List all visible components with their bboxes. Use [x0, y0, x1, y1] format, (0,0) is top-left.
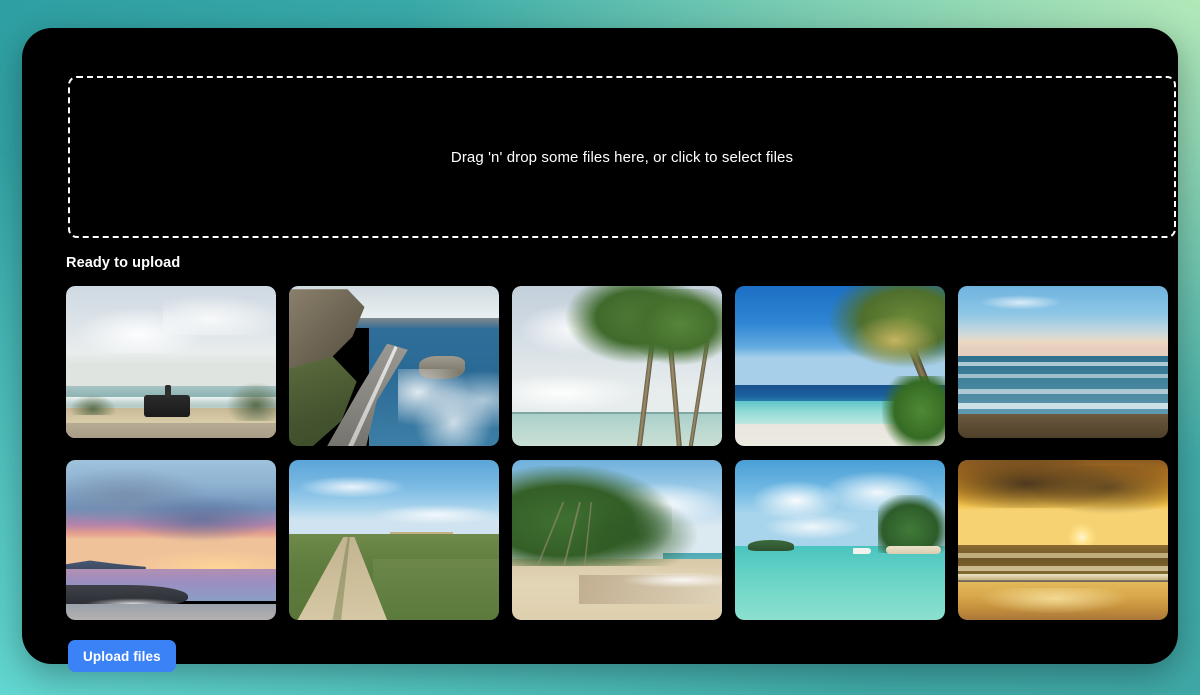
thumbnail-image-palms-over-lagoon	[512, 286, 722, 446]
thumbnail-item-pink-sunset-rocks[interactable]	[66, 460, 276, 620]
thumbnail-image-dirt-track-grassland	[289, 460, 499, 620]
thumbnail-item-sea-cliff-bridge[interactable]	[289, 286, 499, 446]
thumbnail-image-dusk-surf-dark-sand	[958, 286, 1168, 438]
thumbnail-item-dirt-track-grassland[interactable]	[289, 460, 499, 620]
uploader-card: Drag 'n' drop some files here, or click …	[22, 28, 1178, 672]
thumbnail-image-jeep-coastal-road	[66, 286, 276, 438]
thumbnail-image-tropical-beach-palm	[735, 286, 945, 446]
thumbnail-item-palms-over-lagoon[interactable]	[512, 286, 722, 446]
thumbnail-item-golden-sunset-ocean[interactable]	[958, 460, 1168, 620]
ready-to-upload-title: Ready to upload	[66, 255, 181, 271]
thumbnail-image-pink-sunset-rocks	[66, 460, 276, 620]
thumbnail-item-tropical-beach-palm[interactable]	[735, 286, 945, 446]
thumbnail-item-dusk-surf-dark-sand[interactable]	[958, 286, 1168, 446]
thumbnail-item-jeep-coastal-road[interactable]	[66, 286, 276, 446]
thumbnail-item-lagoon-boat-island[interactable]	[735, 460, 945, 620]
dropzone-label: Drag 'n' drop some files here, or click …	[450, 148, 794, 166]
thumbnail-image-lagoon-boat-island	[735, 460, 945, 620]
thumbnail-image-jungle-palms-beach	[512, 460, 722, 620]
file-dropzone[interactable]: Drag 'n' drop some files here, or click …	[68, 76, 1176, 238]
thumbnail-grid	[66, 286, 1178, 620]
upload-files-button[interactable]: Upload files	[68, 640, 176, 672]
thumbnail-image-sea-cliff-bridge	[289, 286, 499, 446]
thumbnail-item-jungle-palms-beach[interactable]	[512, 460, 722, 620]
thumbnail-image-golden-sunset-ocean	[958, 460, 1168, 620]
